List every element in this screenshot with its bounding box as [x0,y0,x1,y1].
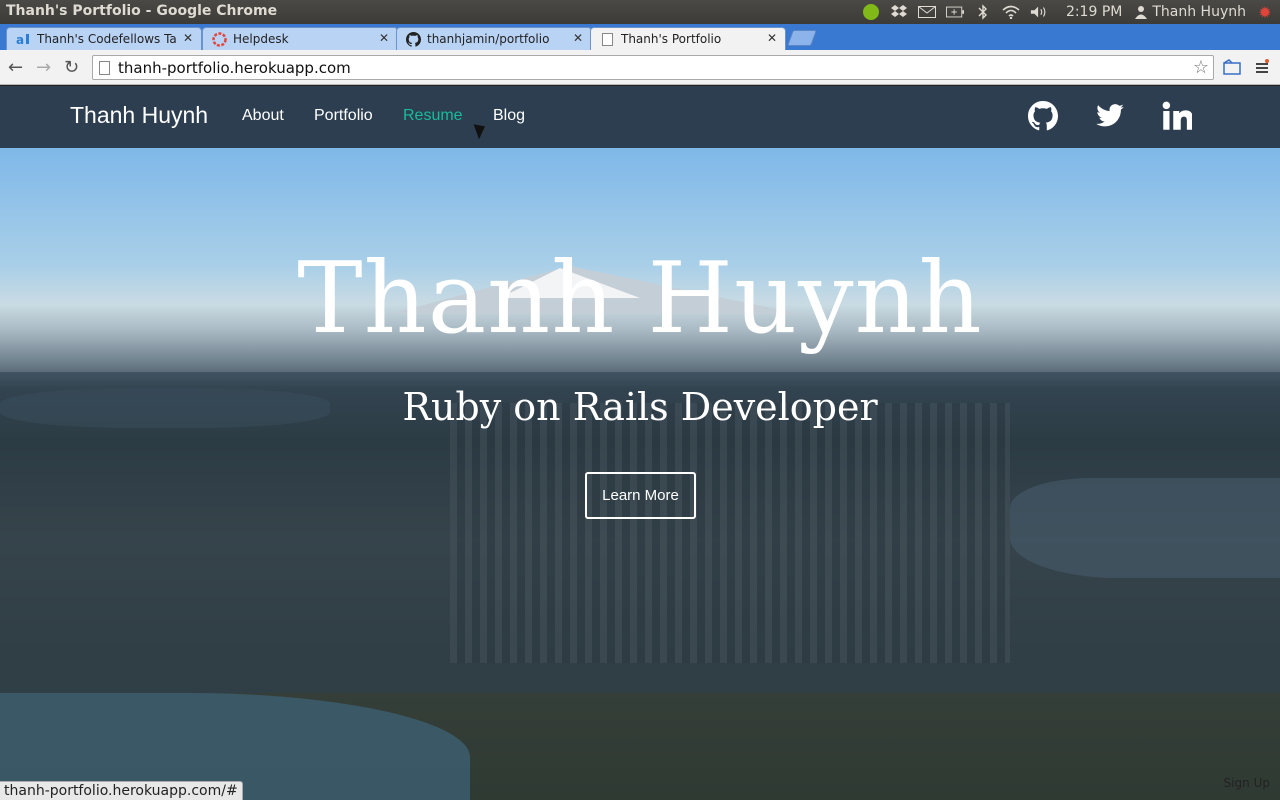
github-icon [406,32,422,47]
tab-label: Helpdesk [233,32,289,46]
user-icon[interactable] [1132,3,1150,21]
twitter-icon[interactable] [1095,101,1125,131]
bookmark-star-icon[interactable]: ☆ [1193,57,1209,78]
hero-title: Thanh Huynh [297,242,983,356]
svg-text:a: a [16,33,24,47]
dropbox-icon[interactable] [890,3,908,21]
learn-more-button[interactable]: Learn More [585,472,696,519]
tab-label: Thanh's Codefellows Task [37,32,177,46]
mail-icon[interactable] [917,3,936,21]
nav-resume[interactable]: Resume [403,107,463,125]
window-title: Thanh's Portfolio - Google Chrome [6,3,278,19]
github-icon[interactable] [1028,101,1059,131]
nav-blog[interactable]: Blog [493,107,525,125]
forward-icon[interactable]: → [36,57,51,78]
back-icon[interactable]: ← [8,57,23,78]
nav-portfolio[interactable]: Portfolio [314,107,373,125]
close-icon[interactable]: ✕ [767,31,777,45]
asana-icon: a [16,32,31,47]
url-text[interactable]: thanh-portfolio.herokuapp.com [118,59,351,77]
site-navbar: Thanh Huynh About Portfolio Resume Blog [0,86,1280,148]
status-bar-url: thanh-portfolio.herokuapp.com/# [0,781,243,800]
system-tray: 2:19 PM Thanh Huynh ✹ [862,2,1274,22]
tab-codefellows[interactable]: a Thanh's Codefellows Task ✕ [6,27,202,50]
signup-link[interactable]: Sign Up [1224,776,1270,790]
linkedin-icon[interactable] [1162,101,1194,131]
page-icon [99,61,110,75]
os-top-panel: Thanh's Portfolio - Google Chrome 2:19 P… [0,0,1280,24]
system-gear-icon[interactable]: ✹ [1256,3,1274,22]
address-bar[interactable]: thanh-portfolio.herokuapp.com ☆ [92,55,1214,80]
battery-icon[interactable] [945,3,964,21]
new-tab-button[interactable] [787,30,817,46]
tab-strip: a Thanh's Codefellows Task ✕ Helpdesk ✕ … [0,24,1280,51]
spotify-icon[interactable] [862,3,880,21]
volume-icon[interactable] [1030,3,1048,21]
hero-subtitle: Ruby on Rails Developer [402,385,878,429]
close-icon[interactable]: ✕ [573,31,583,45]
reload-icon[interactable]: ↻ [64,57,79,78]
close-icon[interactable]: ✕ [379,31,389,45]
tab-github[interactable]: thanhjamin/portfolio ✕ [396,27,592,50]
page-icon [600,32,615,47]
tab-portfolio[interactable]: Thanh's Portfolio ✕ [590,27,786,51]
extension-icon[interactable] [1223,59,1241,79]
helpdesk-icon [212,32,227,47]
wifi-icon[interactable] [1002,3,1020,21]
user-name[interactable]: Thanh Huynh [1152,4,1246,20]
tab-label: Thanh's Portfolio [621,32,722,46]
close-icon[interactable]: ✕ [183,31,193,45]
menu-icon[interactable] [1254,59,1270,79]
tab-helpdesk[interactable]: Helpdesk ✕ [202,27,398,50]
site-brand[interactable]: Thanh Huynh [70,102,208,129]
bluetooth-icon[interactable] [974,3,992,21]
clock[interactable]: 2:19 PM [1066,4,1122,20]
browser-toolbar: ← → ↻ thanh-portfolio.herokuapp.com ☆ [0,50,1280,85]
nav-about[interactable]: About [242,107,284,125]
tab-label: thanhjamin/portfolio [427,32,550,46]
